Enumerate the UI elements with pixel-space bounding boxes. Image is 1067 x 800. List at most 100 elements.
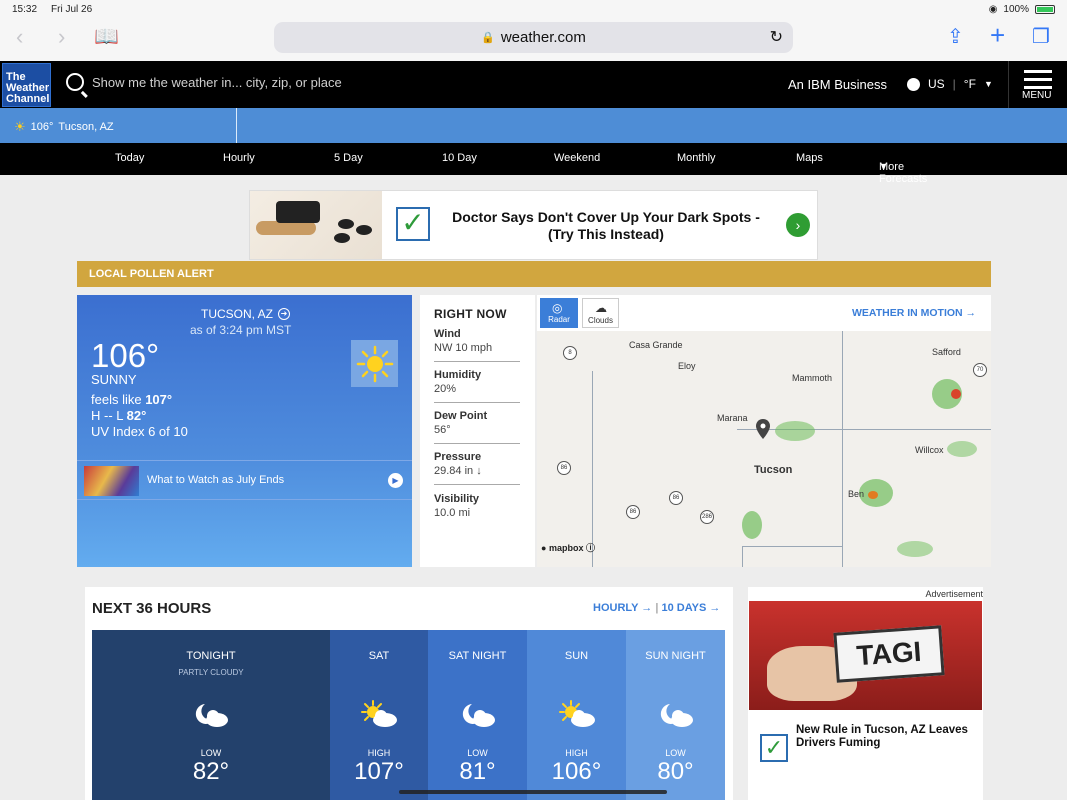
bookmarks-icon[interactable]: 📖 bbox=[94, 24, 119, 49]
arrow-right-icon[interactable]: › bbox=[786, 213, 810, 237]
radar-tab[interactable]: ◎ Radar bbox=[540, 298, 578, 328]
current-conditions-card: TUCSON, AZ ➜ as of 3:24 pm MST 106° SUNN… bbox=[77, 295, 412, 567]
locale-divider: | bbox=[952, 77, 956, 91]
url-text: weather.com bbox=[500, 29, 586, 46]
high-low: H -- L 82° bbox=[91, 408, 146, 423]
map-city: Eloy bbox=[678, 361, 696, 371]
forecast-title: NEXT 36 HOURS bbox=[92, 600, 212, 617]
map-city: Casa Grande bbox=[629, 340, 683, 350]
nav-10-day[interactable]: 10 Day bbox=[442, 152, 477, 164]
logo-line-3: Channel bbox=[6, 93, 50, 105]
nav-maps[interactable]: Maps bbox=[796, 152, 823, 164]
play-icon[interactable]: ▶ bbox=[388, 473, 403, 488]
stat-label: Humidity bbox=[434, 369, 482, 381]
uv-index: UV Index 6 of 10 bbox=[91, 424, 188, 439]
radar-echo-heavy bbox=[868, 491, 878, 499]
search-placeholder: Show me the weather in... city, zip, or … bbox=[92, 74, 342, 90]
mapbox-logo-icon: ● bbox=[541, 543, 547, 553]
ad-headline: Doctor Says Don't Cover Up Your Dark Spo… bbox=[452, 209, 760, 242]
period-temp: 106° bbox=[551, 758, 602, 785]
highway-shield: 286 bbox=[700, 510, 714, 524]
current-location[interactable]: TUCSON, AZ ➜ bbox=[201, 307, 291, 321]
banner-ad[interactable]: ✓ Doctor Says Don't Cover Up Your Dark S… bbox=[249, 190, 818, 260]
locale-selector[interactable]: US | °F ▼ bbox=[907, 77, 993, 91]
current-phrase: SUNNY bbox=[91, 372, 137, 387]
nav-hourly[interactable]: Hourly bbox=[223, 152, 255, 164]
county-line bbox=[742, 546, 842, 547]
stat-value: 10.0 mi bbox=[434, 507, 471, 519]
day-partly-cloudy-icon bbox=[359, 700, 399, 730]
radar-echo-heavy bbox=[951, 389, 961, 399]
cloud-icon: ☁ bbox=[595, 301, 607, 315]
sun-icon: ☀ bbox=[14, 119, 26, 134]
map-city: Ben bbox=[848, 489, 865, 499]
forecast-period[interactable]: SAT HIGH 107° bbox=[330, 630, 428, 800]
recent-location-temp: 106° bbox=[30, 121, 54, 133]
forecast-period[interactable]: SUN HIGH 106° bbox=[527, 630, 626, 800]
map-city: Marana bbox=[717, 413, 748, 423]
nav-today[interactable]: Today bbox=[115, 152, 144, 164]
status-date: Fri Jul 26 bbox=[51, 3, 93, 15]
period-name: SAT bbox=[368, 650, 390, 662]
period-hl-label: LOW bbox=[200, 748, 222, 758]
radar-icon: ◎ bbox=[552, 301, 563, 315]
mapbox-attribution[interactable]: ● mapbox ⓘ bbox=[541, 541, 595, 554]
forecast-periods: TONIGHT PARTLY CLOUDY LOW 82° SAT HIGH 1… bbox=[92, 630, 725, 800]
menu-label: MENU bbox=[1022, 90, 1052, 101]
forecast-period[interactable]: SUN NIGHT LOW 80° bbox=[626, 630, 725, 800]
side-ad[interactable]: Advertisement TAGI ✓ New Rule in Tucson,… bbox=[748, 587, 983, 800]
period-temp: 107° bbox=[354, 758, 404, 785]
charcoal-tablet bbox=[338, 219, 354, 229]
period-name: TONIGHT bbox=[186, 650, 236, 662]
current-location-label: TUCSON, AZ bbox=[201, 307, 274, 321]
right-now-panel: RIGHT NOW Wind NW 10 mph Humidity 20% De… bbox=[420, 295, 535, 567]
site-logo[interactable]: The Weather Channel bbox=[2, 63, 51, 107]
search-icon bbox=[66, 73, 84, 91]
county-line bbox=[592, 371, 593, 567]
address-bar[interactable]: 🔒 weather.com ↻ bbox=[274, 22, 793, 53]
stat-value: NW 10 mph bbox=[434, 342, 493, 354]
forecast-nav: Today Hourly 5 Day 10 Day Weekend Monthl… bbox=[0, 143, 1067, 185]
nav-5-day[interactable]: 5 Day bbox=[334, 152, 363, 164]
observation-time: as of 3:24 pm MST bbox=[190, 323, 292, 337]
new-tab-icon[interactable]: + bbox=[990, 20, 1005, 51]
battery-percent: 100% bbox=[1003, 3, 1029, 15]
video-link[interactable]: What to Watch as July Ends ▶ bbox=[77, 460, 412, 500]
highway-shield: 70 bbox=[973, 363, 987, 377]
ad-image bbox=[250, 191, 382, 259]
share-icon[interactable]: ⇪ bbox=[947, 24, 964, 49]
home-indicator[interactable] bbox=[399, 790, 667, 794]
link-divider: | bbox=[655, 602, 659, 614]
period-hl-label: HIGH bbox=[565, 748, 588, 758]
forecast-period[interactable]: TONIGHT PARTLY CLOUDY LOW 82° bbox=[92, 630, 330, 800]
nav-weekend[interactable]: Weekend bbox=[554, 152, 600, 164]
recent-location-item[interactable]: ☀ 106° Tucson, AZ bbox=[14, 119, 114, 135]
forward-icon[interactable]: › bbox=[58, 24, 65, 50]
checkmark-logo-icon: ✓ bbox=[396, 207, 430, 241]
period-hl-label: LOW bbox=[665, 748, 686, 758]
highway-shield: 8 bbox=[563, 346, 577, 360]
nav-monthly[interactable]: Monthly bbox=[677, 152, 716, 164]
ten-day-link[interactable]: 10 DAYS → bbox=[662, 602, 721, 614]
info-icon[interactable]: ⓘ bbox=[586, 543, 595, 553]
forecast-links: HOURLY → | 10 DAYS → bbox=[593, 602, 720, 614]
weather-in-motion-link[interactable]: WEATHER IN MOTION → bbox=[852, 307, 976, 319]
reload-icon[interactable]: ↻ bbox=[770, 27, 783, 47]
forecast-period[interactable]: SAT NIGHT LOW 81° bbox=[428, 630, 527, 800]
tabs-icon[interactable]: ❐ bbox=[1032, 24, 1050, 49]
period-phrase: PARTLY CLOUDY bbox=[178, 668, 244, 677]
forecast-36-hours: NEXT 36 HOURS HOURLY → | 10 DAYS → TONIG… bbox=[85, 587, 733, 800]
map-city: Willcox bbox=[915, 445, 944, 455]
hourly-link[interactable]: HOURLY → bbox=[593, 602, 652, 614]
video-thumbnail bbox=[84, 466, 139, 496]
search-input[interactable]: Show me the weather in... city, zip, or … bbox=[66, 73, 342, 91]
clouds-tab[interactable]: ☁ Clouds bbox=[582, 298, 619, 328]
stat-label: Wind bbox=[434, 328, 461, 340]
humidity-stat: Humidity 20% bbox=[434, 369, 520, 403]
map-canvas[interactable]: Casa Grande Eloy Mammoth Safford Marana … bbox=[537, 331, 991, 567]
back-icon[interactable]: ‹ bbox=[16, 24, 23, 50]
dew-point-stat: Dew Point 56° bbox=[434, 410, 520, 444]
period-hl-label: HIGH bbox=[367, 748, 391, 758]
menu-button[interactable]: MENU bbox=[1008, 61, 1067, 108]
pollen-alert-banner[interactable]: LOCAL POLLEN ALERT bbox=[77, 261, 991, 287]
